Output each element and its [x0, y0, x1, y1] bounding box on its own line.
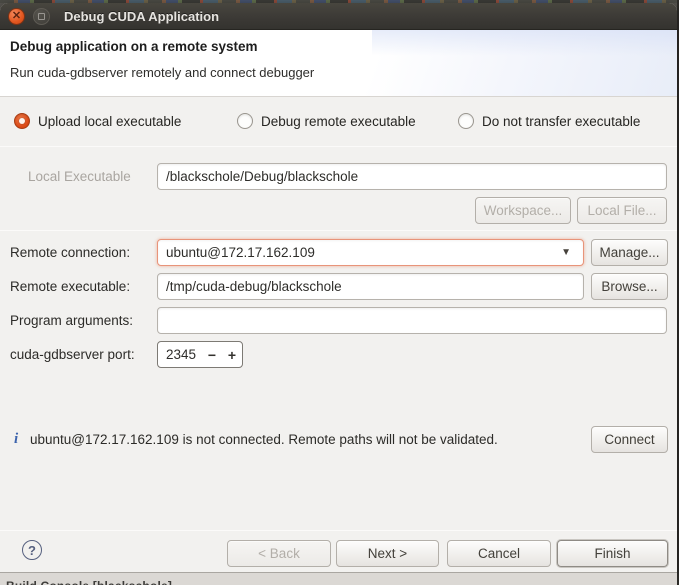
manage-button[interactable]: Manage... [591, 239, 668, 266]
radio-label: Debug remote executable [261, 114, 416, 129]
debug-cuda-dialog: ✕ Debug CUDA Application Debug applicati… [0, 3, 677, 572]
divider [0, 230, 677, 231]
remote-connection-label: Remote connection: [10, 239, 130, 265]
local-file-button[interactable]: Local File... [577, 197, 667, 224]
wizard-header: Debug application on a remote system Run… [0, 30, 677, 97]
back-button[interactable]: < Back [227, 540, 331, 567]
radio-selected-icon [14, 113, 30, 129]
gdbserver-port-stepper[interactable]: 2345 − + [157, 341, 243, 368]
page-title: Debug application on a remote system [10, 39, 258, 54]
finish-button[interactable]: Finish [557, 540, 668, 567]
radio-upload-local-executable[interactable]: Upload local executable [14, 110, 181, 132]
help-icon[interactable]: ? [22, 540, 42, 560]
status-message: ubuntu@172.17.162.109 is not connected. … [30, 426, 498, 452]
local-executable-input[interactable] [157, 163, 667, 190]
maximize-square-glyph [38, 13, 45, 20]
minus-icon[interactable]: − [202, 347, 222, 363]
remote-executable-label: Remote executable: [10, 273, 130, 299]
chevron-down-icon: ▼ [561, 247, 571, 258]
program-arguments-label: Program arguments: [10, 307, 133, 333]
plus-icon[interactable]: + [222, 347, 242, 363]
titlebar[interactable]: ✕ Debug CUDA Application [0, 3, 677, 30]
browse-button[interactable]: Browse... [591, 273, 668, 300]
page-subtitle: Run cuda-gdbserver remotely and connect … [10, 65, 314, 80]
background-app-bottom-strip: Build Console [blackschole] [0, 572, 677, 585]
radio-do-not-transfer-executable[interactable]: Do not transfer executable [458, 110, 640, 132]
gdbserver-port-label: cuda-gdbserver port: [10, 341, 135, 367]
program-arguments-input[interactable] [157, 307, 667, 334]
maximize-icon[interactable] [33, 8, 50, 25]
workspace-button[interactable]: Workspace... [475, 197, 571, 224]
local-executable-label: Local Executable [28, 163, 131, 189]
radio-debug-remote-executable[interactable]: Debug remote executable [237, 110, 416, 132]
info-icon: i [14, 431, 18, 448]
divider [0, 146, 677, 147]
radio-label: Upload local executable [38, 114, 181, 129]
remote-connection-value: ubuntu@172.17.162.109 [166, 245, 561, 260]
cancel-button[interactable]: Cancel [447, 540, 551, 567]
connect-button[interactable]: Connect [591, 426, 668, 453]
next-button[interactable]: Next > [336, 540, 439, 567]
radio-unselected-icon [458, 113, 474, 129]
remote-executable-input[interactable] [157, 273, 584, 300]
console-tab-label: Build Console [blackschole] [6, 579, 172, 585]
close-icon[interactable]: ✕ [8, 8, 25, 25]
divider [0, 530, 677, 531]
remote-connection-select[interactable]: ubuntu@172.17.162.109 ▼ [157, 239, 584, 266]
window-title: Debug CUDA Application [64, 9, 219, 24]
screen: ✕ Debug CUDA Application Debug applicati… [0, 0, 679, 585]
radio-unselected-icon [237, 113, 253, 129]
radio-label: Do not transfer executable [482, 114, 640, 129]
gdbserver-port-value: 2345 [158, 347, 202, 362]
